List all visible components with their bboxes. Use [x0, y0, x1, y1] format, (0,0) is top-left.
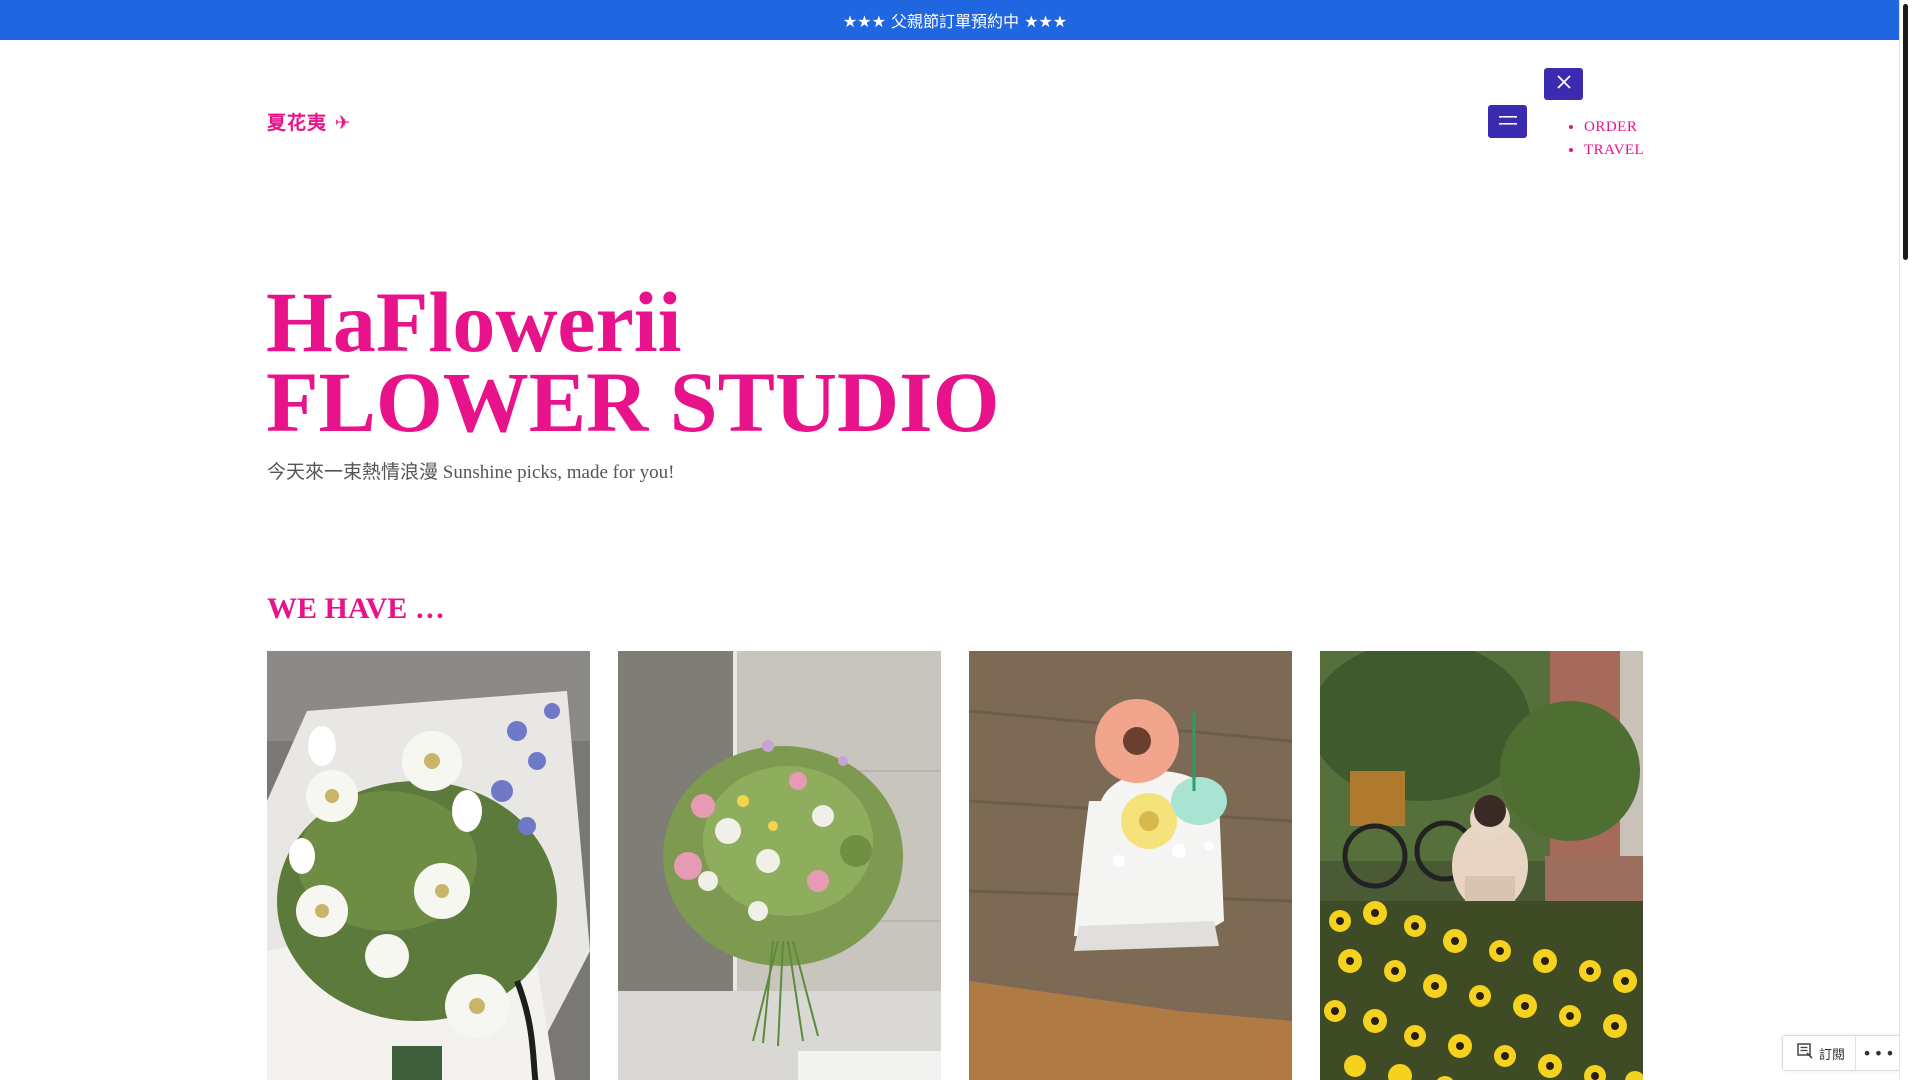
hero-title-line2: FLOWER STUDIO	[266, 354, 1000, 450]
nav-link-order[interactable]: ORDER	[1584, 119, 1637, 135]
subscribe-button[interactable]: 訂閱	[1783, 1036, 1857, 1070]
announcement-bar[interactable]: ★★★ 父親節訂單預約中 ★★★	[0, 0, 1910, 40]
menu-open-button[interactable]	[1488, 105, 1527, 138]
gallery	[267, 651, 1643, 1080]
scrollbar-thumb[interactable]	[1903, 4, 1908, 260]
site-name-link[interactable]: 夏花夷 ✈	[267, 108, 352, 135]
page: ★★★ 父親節訂單預約中 ★★★ 夏花夷 ✈ ORDER TRAVEL HaFl…	[0, 0, 1910, 1080]
nav-link-travel[interactable]: TRAVEL	[1584, 142, 1644, 158]
hero-subtitle: 今天來一束熱情浪漫 Sunshine picks, made for you!	[267, 462, 675, 483]
nav-item-travel[interactable]: TRAVEL	[1584, 139, 1644, 162]
hero-title: HaFlowerii FLOWER STUDIO	[266, 279, 1000, 445]
announcement-text: ★★★ 父親節訂單預約中 ★★★	[842, 12, 1068, 31]
nav-menu: ORDER TRAVEL	[1566, 116, 1644, 162]
close-icon	[1556, 74, 1572, 95]
section-heading: WE HAVE …	[267, 592, 445, 625]
subscribe-label: 訂閱	[1819, 1047, 1846, 1063]
nav-item-order[interactable]: ORDER	[1584, 116, 1644, 139]
flower-cake-photo[interactable]	[969, 651, 1292, 1080]
menu-close-button[interactable]	[1544, 68, 1583, 100]
wildflower-bouquet-photo[interactable]	[618, 651, 941, 1080]
scrollbar[interactable]	[1899, 0, 1910, 1080]
subscribe-widget: 訂閱 •••	[1782, 1035, 1904, 1071]
reader-icon	[1797, 1043, 1813, 1063]
yellow-flower-garden-photo[interactable]	[1320, 651, 1643, 1080]
hamburger-icon	[1498, 113, 1517, 131]
white-gerbera-bouquet-photo[interactable]	[267, 651, 590, 1080]
more-options-button[interactable]: •••	[1856, 1044, 1903, 1063]
